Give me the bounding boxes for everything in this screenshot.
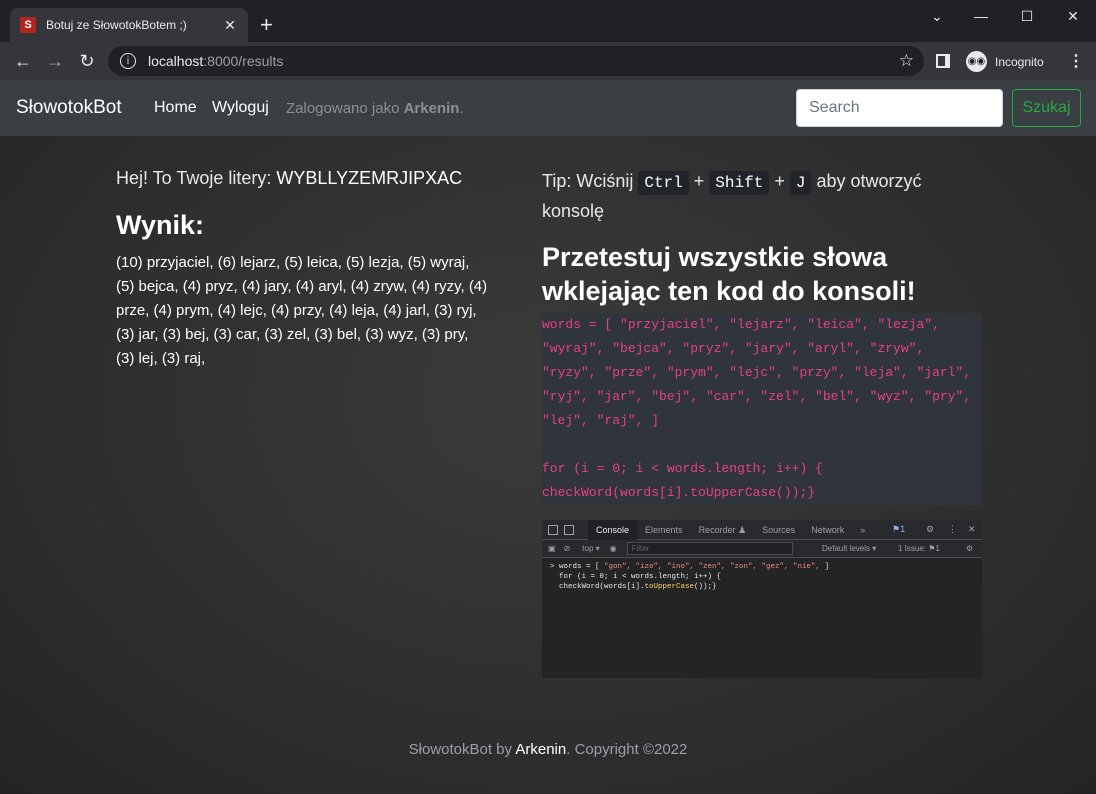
url-host: localhost: [148, 53, 204, 69]
console-filter: Filter: [626, 542, 793, 555]
device-toggle-icon: [564, 524, 574, 535]
footer-suffix: . Copyright ©2022: [566, 741, 688, 758]
plus-sign: +: [693, 171, 705, 191]
search-input[interactable]: [796, 89, 1003, 127]
incognito-icon: ◉◉: [966, 51, 987, 72]
console-settings-icon: ⚙: [966, 544, 974, 553]
devtools-tab-more: »: [860, 524, 866, 535]
log-levels-select: Default levels ▾: [822, 544, 877, 553]
clear-console-icon: ⊘: [563, 544, 571, 553]
result-words: (10) przyjaciel, (6) lejarz, (5) leica, …: [116, 254, 488, 367]
reload-icon[interactable]: ↻: [76, 50, 98, 72]
sidebar-toggle-icon: ▣: [548, 544, 556, 553]
browser-toolbar: ← → ↻ i localhost:8000/results ☆ ◉◉ Inco…: [0, 42, 1096, 80]
maximize-window-button[interactable]: ☐: [1004, 0, 1050, 32]
console-tip: Tip: Wciśnij Ctrl + Shift + J aby otworz…: [542, 166, 952, 226]
console-line-2: for (i = 0; i < words.length; i++) {: [550, 573, 722, 581]
main-content: Hej! To Twoje litery: WYBLLYZEMRJIPXAC W…: [0, 136, 1096, 794]
console-line-3-suffix: ());}: [694, 583, 717, 591]
tab-title: Botuj ze SłowotokBotem ;): [46, 18, 187, 32]
devtools-console-output: > words = [ "gon", "izo", "ino", "zen", …: [542, 558, 982, 596]
tab-search-chevron-icon[interactable]: ⌄: [914, 0, 960, 32]
address-bar[interactable]: i localhost:8000/results ☆: [108, 46, 924, 76]
plus-sign: +: [774, 171, 785, 191]
devtools-settings-icon: ⚙: [926, 524, 935, 534]
letters-intro: Hej! To Twoje litery: WYBLLYZEMRJIPXAC: [116, 168, 462, 189]
site-navbar: SłowotokBot Home Wyloguj Zalogowano jako…: [0, 80, 1096, 136]
side-panel-icon[interactable]: [936, 54, 950, 68]
console-line-3-prefix: checkWord(words[i].: [550, 583, 645, 591]
devtools-console-toolbar: ▣ ⊘ top ▾ ◉ Filter Default levels ▾ 1 Is…: [542, 540, 982, 558]
result-heading: Wynik:: [116, 210, 205, 240]
footer-author: Arkenin: [515, 741, 567, 758]
key-shift: Shift: [709, 171, 770, 195]
devtools-tabbar: Console Elements Recorder ♟ Sources Netw…: [542, 520, 982, 540]
browser-menu-icon[interactable]: ⋮: [1068, 51, 1084, 71]
devtools-tab-sources: Sources: [762, 524, 796, 535]
greeting-text: Hej! To Twoje litery:: [116, 168, 277, 188]
brand-logo[interactable]: SłowotokBot: [16, 97, 122, 119]
minimize-window-button[interactable]: —: [958, 0, 1004, 32]
url-path: :8000/results: [203, 53, 284, 69]
key-ctrl: Ctrl: [638, 171, 689, 195]
close-window-button[interactable]: ✕: [1050, 0, 1096, 32]
bookmark-star-icon[interactable]: ☆: [899, 51, 914, 71]
back-arrow-icon[interactable]: ←: [12, 50, 34, 72]
logged-in-status: Zalogowano jako Arkenin.: [286, 100, 464, 117]
site-info-icon[interactable]: i: [120, 53, 136, 69]
logged-suffix: .: [459, 100, 464, 117]
page-footer: SłowotokBot by Arkenin. Copyright ©2022: [0, 741, 1096, 758]
forward-arrow-icon[interactable]: →: [44, 50, 66, 72]
nav-logout-link[interactable]: Wyloguj: [212, 99, 269, 117]
context-select: top ▾: [582, 544, 600, 553]
new-tab-button[interactable]: +: [260, 12, 273, 38]
close-tab-icon[interactable]: ✕: [222, 17, 238, 34]
tip-prefix: Tip: Wciśnij: [542, 171, 639, 191]
devtools-close-icon: ✕: [968, 524, 976, 534]
console-line-1-suffix: ]: [820, 563, 830, 571]
test-heading: Przetestuj wszystkie słowa wklejając ten…: [542, 242, 916, 306]
devtools-tab-recorder: Recorder ♟: [698, 524, 747, 535]
issues-counter: 1 Issue: ⚑1: [898, 544, 940, 553]
devtools-screenshot: Console Elements Recorder ♟ Sources Netw…: [542, 520, 982, 678]
console-line-1-prefix: > words = [: [550, 563, 605, 571]
incognito-label: Incognito: [995, 54, 1044, 69]
devtools-menu-icon: ⋮: [948, 524, 957, 534]
browser-tab[interactable]: S Botuj ze SłowotokBotem ;) ✕: [10, 8, 248, 42]
site-favicon-icon: S: [20, 17, 36, 33]
nav-home-link[interactable]: Home: [154, 99, 197, 117]
browser-tab-strip: S Botuj ze SłowotokBotem ;) ✕ + ⌄ — ☐ ✕: [0, 0, 1096, 42]
devtools-tab-elements: Elements: [645, 524, 683, 535]
search-button[interactable]: Szukaj: [1012, 89, 1081, 127]
footer-prefix: SłowotokBot by: [408, 741, 516, 758]
inspect-icon: [548, 524, 558, 535]
devtools-tab-console: Console: [588, 520, 638, 540]
letters-value: WYBLLYZEMRJIPXAC: [276, 168, 463, 188]
username: Arkenin: [403, 100, 460, 117]
logged-prefix: Zalogowano jako: [286, 100, 404, 117]
code-snippet[interactable]: words = [ "przyjaciel", "lejarz", "leica…: [542, 313, 982, 505]
incognito-indicator[interactable]: ◉◉ Incognito: [966, 51, 1044, 72]
console-line-1-words: "gon", "izo", "ino", "zen", "zon", "gez"…: [604, 563, 821, 571]
devtools-tab-network: Network: [811, 524, 845, 535]
console-line-3-method: toUpperCase: [644, 583, 695, 591]
key-j: J: [789, 171, 812, 195]
live-expression-eye-icon: ◉: [609, 544, 617, 553]
devtools-issues-badge: ⚑1: [892, 524, 906, 534]
